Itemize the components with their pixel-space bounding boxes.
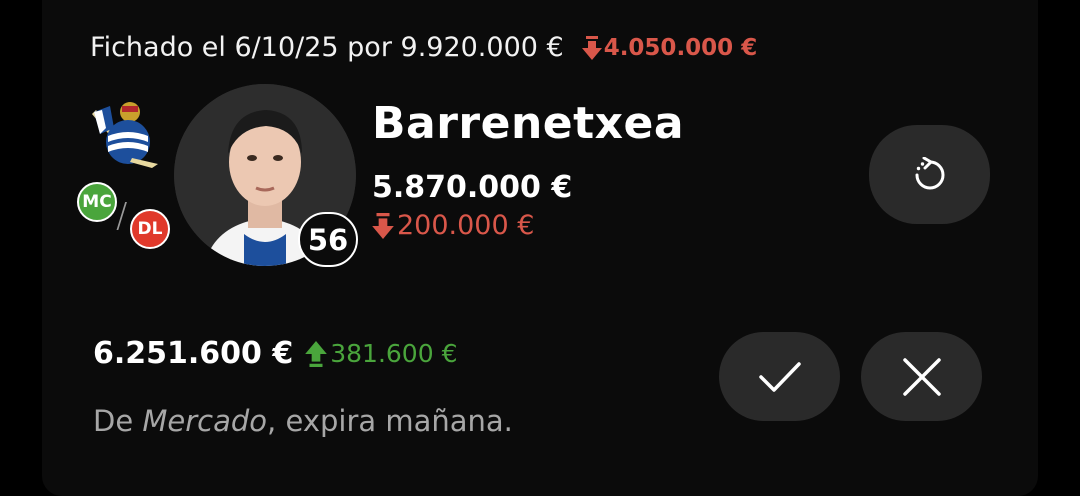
position-badge-dl: DL xyxy=(130,209,170,249)
offer-note-prefix: De xyxy=(93,404,143,438)
player-offer-card: Fichado el 6/10/25 por 9.920.000 € 4.050… xyxy=(42,0,1038,496)
offer-note-suffix: , expira mañana. xyxy=(267,404,513,438)
position-badge-mc: MC xyxy=(77,182,117,222)
close-icon xyxy=(902,357,941,396)
offer-amount: 6.251.600 € xyxy=(93,336,294,371)
player-value-change-amount: 200.000 € xyxy=(397,210,535,241)
offer-info: 6.251.600 € 381.600 € xyxy=(93,336,457,371)
player-points: 56 xyxy=(298,212,358,267)
refresh-button[interactable] xyxy=(869,125,990,224)
purchase-info: Fichado el 6/10/25 por 9.920.000 € 4.050… xyxy=(90,32,757,63)
check-icon xyxy=(758,361,801,392)
accept-offer-button[interactable] xyxy=(719,332,840,421)
player-value-change: 200.000 € xyxy=(372,210,534,241)
player-name[interactable]: Barrenetxea xyxy=(372,98,684,149)
arrow-down-icon xyxy=(581,35,602,60)
offer-gain-amount: 381.600 € xyxy=(330,339,458,368)
purchase-loss-amount: 4.050.000 € xyxy=(603,34,758,61)
offer-gain: 381.600 € xyxy=(305,339,457,368)
purchase-text: Fichado el 6/10/25 por 9.920.000 € xyxy=(90,32,564,63)
purchase-loss: 4.050.000 € xyxy=(581,34,758,61)
player-value: 5.870.000 € xyxy=(372,170,573,205)
position-separator: / xyxy=(116,196,128,236)
refresh-icon xyxy=(915,156,944,189)
offer-source: Mercado xyxy=(142,404,268,438)
reject-offer-button[interactable] xyxy=(861,332,982,421)
arrow-up-icon xyxy=(305,340,328,367)
offer-note: De Mercado, expira mañana. xyxy=(93,404,513,438)
team-crest-icon xyxy=(92,102,158,168)
arrow-down-icon xyxy=(372,212,394,239)
